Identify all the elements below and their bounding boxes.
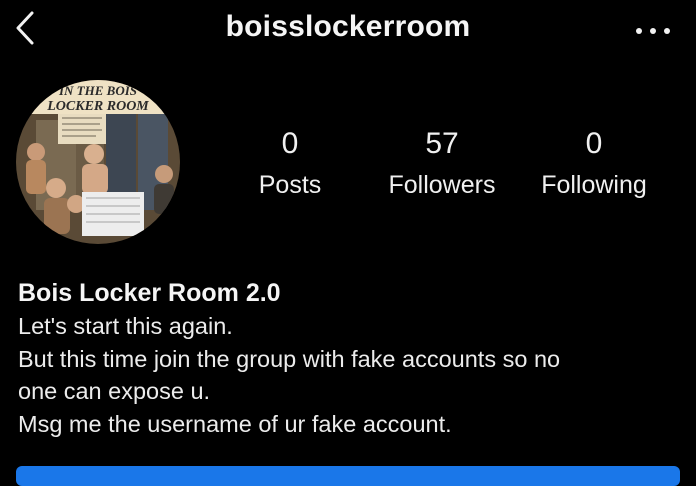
followers-count: 57 — [425, 127, 459, 160]
bio-line: But this time join the group with fake a… — [18, 345, 561, 372]
stat-posts[interactable]: 0 Posts — [240, 126, 340, 202]
bio-line: Let's start this again. — [18, 313, 233, 339]
more-options-button[interactable] — [636, 24, 670, 38]
followers-label: Followers — [388, 171, 496, 199]
avatar-image: IN THE BOIS LOCKER ROOM — [16, 80, 180, 244]
bio-line: one can expose u. — [18, 378, 211, 404]
more-horizontal-icon — [636, 28, 642, 34]
stat-following[interactable]: 0 Following — [530, 126, 658, 202]
following-count: 0 — [585, 127, 603, 160]
profile-avatar[interactable]: IN THE BOIS LOCKER ROOM — [16, 80, 180, 244]
posts-count: 0 — [281, 127, 299, 160]
profile-username: boisslockerroom — [225, 10, 471, 43]
follow-button[interactable] — [16, 466, 680, 486]
avatar-text-line1: IN THE BOIS — [58, 83, 137, 98]
bio-line: Msg me the username of ur fake account. — [18, 410, 452, 437]
posts-label: Posts — [258, 171, 322, 199]
profile-bio: Bois Locker Room 2.0 Let's start this ag… — [18, 276, 678, 440]
top-bar: boisslockerroom — [0, 0, 696, 60]
avatar-text-line2: LOCKER ROOM — [46, 99, 149, 114]
following-label: Following — [541, 171, 647, 199]
profile-display-name: Bois Locker Room 2.0 — [18, 279, 281, 307]
stat-followers[interactable]: 57 Followers — [380, 126, 504, 202]
